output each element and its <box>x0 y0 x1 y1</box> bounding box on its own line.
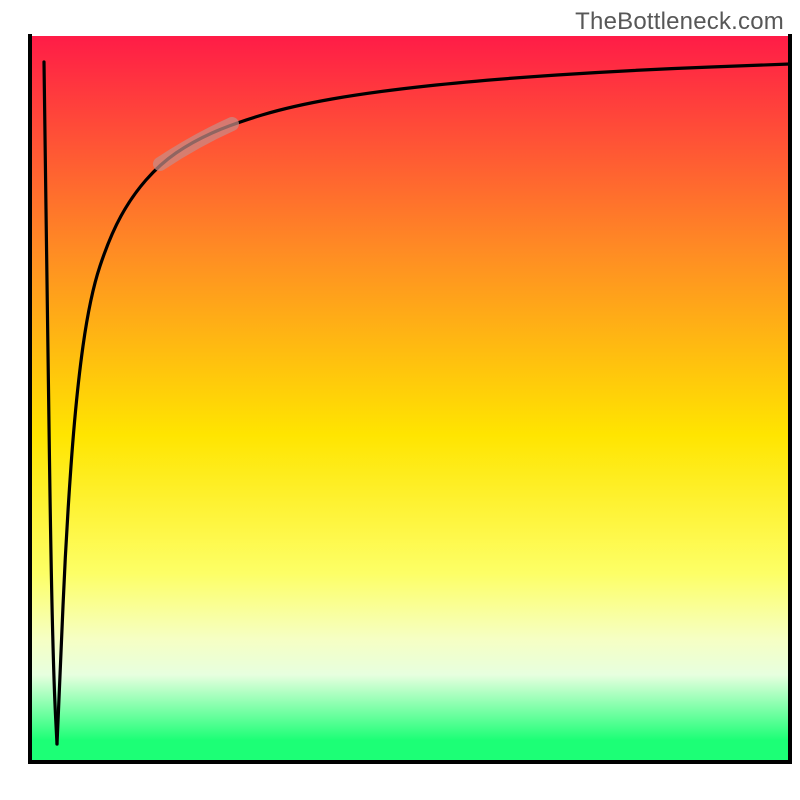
curve-layer <box>32 36 790 762</box>
attribution-text: TheBottleneck.com <box>575 8 784 36</box>
axis-right <box>788 34 792 762</box>
plot-area <box>32 36 790 762</box>
chart-container: TheBottleneck.com <box>0 0 800 800</box>
highlight-segment <box>160 124 232 164</box>
axis-bottom <box>28 760 792 764</box>
axis-left <box>28 34 32 762</box>
curve-left-segment <box>44 62 57 744</box>
